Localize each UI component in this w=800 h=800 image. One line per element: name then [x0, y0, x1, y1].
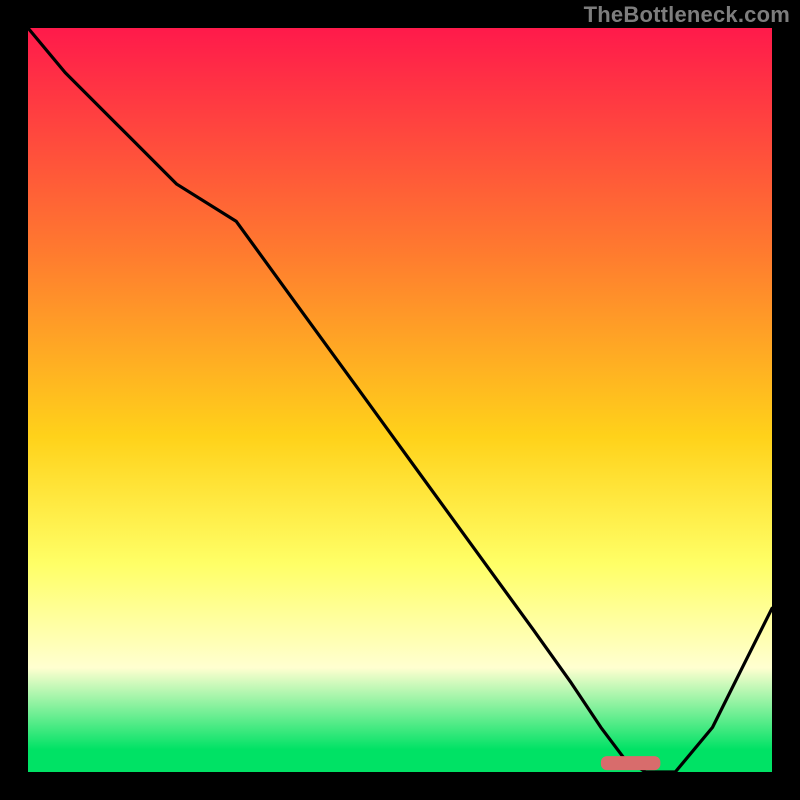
- optimum-marker: [601, 756, 661, 770]
- chart-svg: [0, 0, 800, 800]
- watermark-text: TheBottleneck.com: [584, 2, 790, 28]
- plot-area: [28, 28, 772, 772]
- chart-frame: { "watermark": "TheBottleneck.com", "col…: [0, 0, 800, 800]
